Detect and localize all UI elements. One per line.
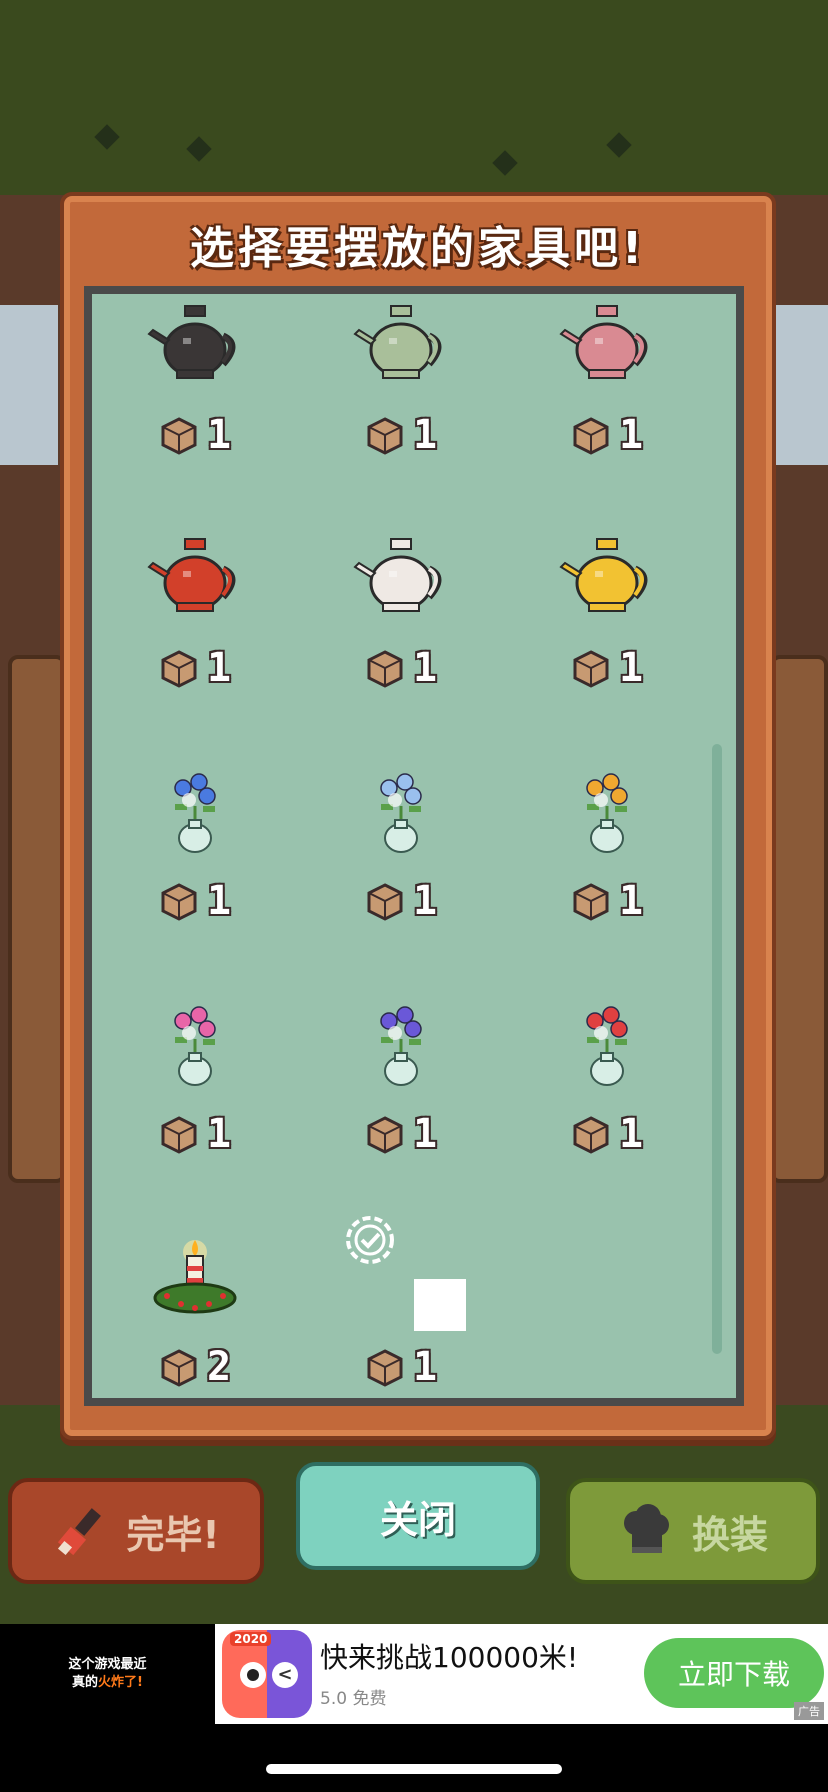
item-quantity: 1 [504, 643, 710, 693]
box-icon [159, 1114, 199, 1154]
item-quantity: 1 [298, 876, 504, 926]
quantity-value: 1 [618, 412, 644, 458]
done-button[interactable]: 完毕! [8, 1478, 264, 1584]
flower-vase-icon [145, 999, 245, 1089]
paintbrush-icon [58, 1508, 102, 1556]
furniture-item[interactable]: 1 [504, 525, 710, 759]
ad-promo-line2: 真的 [72, 1675, 99, 1690]
box-icon [159, 648, 199, 688]
teapot-icon [351, 533, 451, 623]
item-quantity: 1 [298, 1109, 504, 1159]
ad-banner[interactable]: 这个游戏最近 真的火炸了! 2020 < 快来挑战100000米! 5.0 免费… [0, 1624, 828, 1724]
furniture-item[interactable]: 2 [92, 1224, 298, 1398]
teapot-icon [557, 533, 657, 623]
quantity-value: 1 [412, 645, 438, 691]
teapot-icon [145, 300, 245, 390]
box-icon [365, 1347, 405, 1387]
box-icon [571, 881, 611, 921]
item-quantity: 1 [92, 643, 298, 693]
furniture-picker-dialog: 选择要摆放的家具吧! 1 1 1 1 1 1 1 1 1 1 1 1 2 1 [60, 192, 776, 1440]
ad-promo-hot: 火炸了! [98, 1675, 143, 1690]
box-icon [571, 648, 611, 688]
quantity-value: 1 [412, 1344, 438, 1390]
furniture-item[interactable]: 1 [298, 1224, 504, 1398]
ad-promo-text: 这个游戏最近 真的火炸了! [0, 1624, 215, 1724]
quantity-value: 1 [206, 878, 232, 924]
done-button-label: 完毕! [126, 1512, 220, 1557]
item-quantity: 1 [298, 643, 504, 693]
item-quantity: 1 [504, 876, 710, 926]
furniture-item[interactable]: 1 [504, 758, 710, 992]
quantity-value: 1 [412, 878, 438, 924]
quantity-value: 1 [206, 1111, 232, 1157]
quantity-value: 1 [618, 645, 644, 691]
furniture-item[interactable]: 1 [92, 525, 298, 759]
ad-title: 快来挑战100000米! [320, 1641, 579, 1674]
eye-icon [240, 1662, 266, 1688]
missing-item-placeholder [414, 1279, 466, 1331]
home-indicator-area [0, 1724, 828, 1792]
dialog-title: 选择要摆放的家具吧! [189, 223, 647, 274]
item-quantity: 1 [92, 410, 298, 460]
teapot-icon [557, 300, 657, 390]
quantity-value: 1 [206, 412, 232, 458]
furniture-item[interactable]: 1 [298, 991, 504, 1225]
furniture-item[interactable]: 1 [504, 294, 710, 526]
check-circle-icon [346, 1216, 394, 1264]
teapot-icon [351, 300, 451, 390]
quantity-value: 1 [412, 1111, 438, 1157]
change-outfit-label: 换装 [691, 1512, 768, 1557]
item-quantity: 1 [92, 876, 298, 926]
item-quantity: 2 [92, 1342, 298, 1392]
quantity-value: 1 [206, 645, 232, 691]
item-quantity: 1 [504, 410, 710, 460]
game-background-top [0, 0, 828, 200]
box-icon [159, 1347, 199, 1387]
furniture-list-panel[interactable]: 1 1 1 1 1 1 1 1 1 1 1 1 2 1 [84, 286, 744, 1406]
box-icon [571, 1114, 611, 1154]
chef-hat-icon [623, 1504, 669, 1553]
flower-vase-icon [351, 766, 451, 856]
teapot-icon [145, 533, 245, 623]
ad-rating: 5.0 免费 [320, 1689, 387, 1709]
home-indicator[interactable] [266, 1764, 562, 1774]
box-icon [365, 415, 405, 455]
flower-vase-icon [351, 999, 451, 1089]
ad-app-icon[interactable]: 2020 < [222, 1630, 312, 1718]
furniture-item[interactable]: 1 [504, 991, 710, 1225]
box-icon [159, 881, 199, 921]
furniture-item[interactable]: 1 [298, 525, 504, 759]
close-button[interactable]: 关闭 [296, 1462, 540, 1570]
box-icon [365, 648, 405, 688]
box-icon [159, 415, 199, 455]
quantity-value: 2 [206, 1344, 232, 1390]
ad-download-button[interactable]: 立即下载 [644, 1638, 824, 1708]
change-outfit-button[interactable]: 换装 [566, 1478, 820, 1584]
furniture-item[interactable]: 1 [92, 294, 298, 526]
quantity-value: 1 [412, 412, 438, 458]
scrollbar[interactable] [712, 744, 722, 1354]
box-icon [365, 881, 405, 921]
furniture-item[interactable]: 1 [92, 758, 298, 992]
item-quantity: 1 [298, 1342, 504, 1392]
furniture-item[interactable]: 1 [92, 991, 298, 1225]
furniture-item[interactable]: 1 [298, 294, 504, 526]
flower-vase-icon [557, 766, 657, 856]
flower-vase-icon [557, 999, 657, 1089]
flower-vase-icon [145, 766, 245, 856]
quantity-value: 1 [618, 878, 644, 924]
box-icon [571, 415, 611, 455]
candle-wreath-icon [145, 1232, 245, 1322]
arrow-left-icon: < [272, 1662, 298, 1688]
ad-app-badge: 2020 [230, 1632, 272, 1646]
close-button-label: 关闭 [379, 1497, 456, 1542]
ad-mark: 广告 [794, 1702, 824, 1720]
furniture-item[interactable]: 1 [298, 758, 504, 992]
ad-promo-line1: 这个游戏最近 [68, 1657, 147, 1672]
item-quantity: 1 [92, 1109, 298, 1159]
item-quantity: 1 [504, 1109, 710, 1159]
quantity-value: 1 [618, 1111, 644, 1157]
box-icon [365, 1114, 405, 1154]
item-quantity: 1 [298, 410, 504, 460]
